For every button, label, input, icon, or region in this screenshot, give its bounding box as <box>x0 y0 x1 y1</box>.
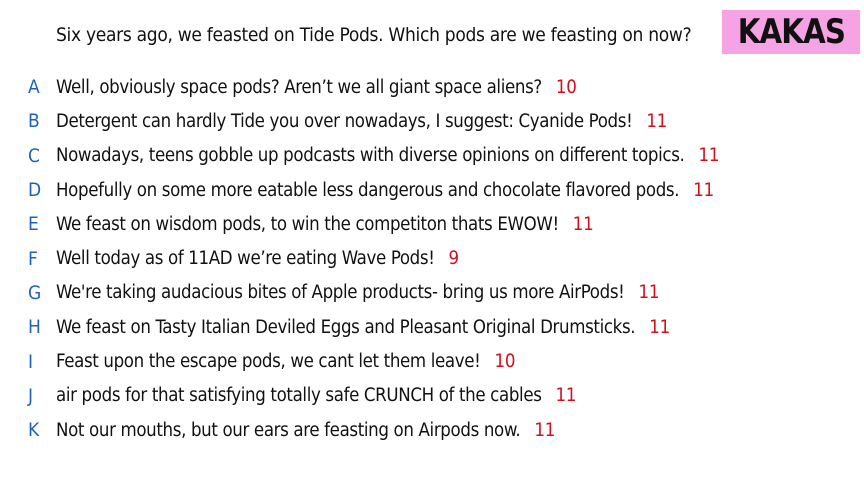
answer-letter: G <box>28 281 42 304</box>
answer-row-g: G We're taking audacious bites of Apple … <box>0 276 864 310</box>
answer-score: 10 <box>555 76 577 98</box>
answer-row-b: B Detergent can hardly Tide you over now… <box>0 104 864 138</box>
answer-letter: B <box>28 110 40 133</box>
answer-score: 11 <box>534 419 556 441</box>
answer-letter: H <box>28 316 41 339</box>
prompt-text: Six years ago, we feasted on Tide Pods. … <box>56 24 692 46</box>
kakas-badge: KAKAS <box>722 10 860 54</box>
answer-text: air pods for that satisfying totally saf… <box>56 385 542 407</box>
answer-row-a: A Well, obviously space pods? Aren’t we … <box>0 70 864 104</box>
answer-score: 11 <box>572 213 594 235</box>
answer-letter: C <box>28 144 40 167</box>
answer-score: 9 <box>448 248 460 270</box>
answer-score: 11 <box>698 145 720 167</box>
answer-score: 11 <box>555 385 577 407</box>
answer-row-k: K Not our mouths, but our ears are feast… <box>0 413 864 447</box>
answer-text: We're taking audacious bites of Apple pr… <box>56 282 625 304</box>
answer-score: 11 <box>693 179 714 201</box>
answer-list: A Well, obviously space pods? Aren’t we … <box>0 70 864 447</box>
answer-letter: A <box>28 76 40 99</box>
answer-letter: E <box>28 213 39 236</box>
answer-row-f: F Well today as of 11AD we’re eating Wav… <box>0 241 864 275</box>
answer-text: Nowadays, teens gobble up podcasts with … <box>56 145 685 167</box>
answer-row-d: D Hopefully on some more eatable less da… <box>0 173 864 207</box>
badge-label: KAKAS <box>737 12 845 52</box>
answer-score: 11 <box>649 316 671 338</box>
answer-text: We feast on wisdom pods, to win the comp… <box>56 213 559 235</box>
answer-text: Detergent can hardly Tide you over nowad… <box>56 110 633 132</box>
answer-letter: K <box>28 419 40 442</box>
answer-text: Hopefully on some more eatable less dang… <box>56 179 680 201</box>
answer-letter: I <box>28 350 34 373</box>
answer-row-h: H We feast on Tasty Italian Deviled Eggs… <box>0 310 864 344</box>
answer-row-c: C Nowadays, teens gobble up podcasts wit… <box>0 139 864 173</box>
answer-row-e: E We feast on wisdom pods, to win the co… <box>0 207 864 241</box>
answer-score: 11 <box>646 110 668 132</box>
answer-row-j: J air pods for that satisfying totally s… <box>0 379 864 413</box>
answer-score: 10 <box>494 351 516 373</box>
answer-row-i: I Feast upon the escape pods, we cant le… <box>0 344 864 378</box>
answer-text: We feast on Tasty Italian Deviled Eggs a… <box>56 316 636 338</box>
answer-score: 11 <box>638 282 660 304</box>
answer-text: Well today as of 11AD we’re eating Wave … <box>56 248 435 270</box>
answer-text: Not our mouths, but our ears are feastin… <box>56 419 521 441</box>
answer-letter: J <box>28 384 34 407</box>
answer-text: Well, obviously space pods? Aren’t we al… <box>56 76 542 98</box>
answer-letter: F <box>28 247 38 270</box>
answer-text: Feast upon the escape pods, we cant let … <box>56 351 481 373</box>
answer-letter: D <box>28 179 42 202</box>
